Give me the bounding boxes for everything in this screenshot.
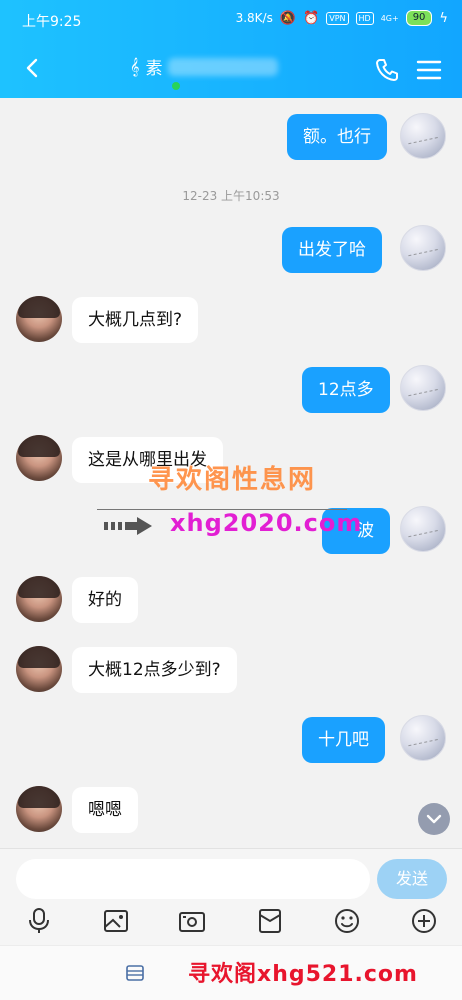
blurred-name [168,57,279,76]
message-bubble-received[interactable]: 嗯嗯 [72,787,138,833]
my-avatar[interactable] [400,715,446,761]
image-icon[interactable] [102,907,130,935]
status-indicators: 3.8K/s 🔕 ⏰ VPN HD 4G+ 90 ϟ [236,10,448,26]
contact-name-text: 素 [145,59,163,79]
message-bubble-sent[interactable]: 12点多 [302,367,390,413]
message-timestamp: 12-23 上午10:53 [182,189,280,203]
status-time: 上午9:25 [22,14,82,30]
input-toolbar [0,905,462,941]
menu-icon[interactable] [416,59,442,81]
status-bar: 上午9:25 3.8K/s 🔕 ⏰ VPN HD 4G+ 90 ϟ [0,0,462,40]
vpn-icon: VPN [326,11,349,25]
back-arrow-icon[interactable] [22,57,44,79]
watermark-url: xhg2020.com [170,509,363,537]
contact-avatar[interactable] [16,646,62,692]
nav-bar: 𝄞 素 [0,40,462,98]
message-bubble-sent[interactable]: 十几吧 [302,717,385,763]
message-bubble-sent[interactable]: 出发了哈 [282,227,382,273]
scroll-down-icon[interactable] [418,803,450,835]
mute-icon: 🔕 [279,10,297,26]
alarm-icon: ⏰ [303,10,320,26]
camera-icon[interactable] [178,907,206,935]
watermark-title: 寻欢阁性息网 [148,465,317,495]
contact-avatar[interactable] [16,435,62,481]
my-avatar[interactable] [400,113,446,159]
plus-icon[interactable] [410,907,438,935]
chat-header: 上午9:25 3.8K/s 🔕 ⏰ VPN HD 4G+ 90 ϟ 𝄞 素 [0,0,462,98]
contact-avatar[interactable] [16,576,62,622]
my-avatar[interactable] [400,506,446,552]
network-speed: 3.8K/s [235,11,273,25]
phone-icon[interactable] [374,57,400,83]
message-bubble-sent[interactable]: 额。也行 [287,114,387,160]
input-panel: 发送 寻欢阁xhg521.com [0,848,462,1000]
my-avatar[interactable] [400,225,446,271]
microphone-icon[interactable] [25,907,53,935]
watermark-bottom: 寻欢阁xhg521.com [188,962,418,987]
bottom-nav-strip: 寻欢阁xhg521.com [0,945,462,1000]
online-status-dot [172,82,180,90]
charging-icon: ϟ [439,10,448,26]
red-packet-icon[interactable] [256,907,284,935]
message-bubble-received[interactable]: 大概12点多少到? [72,647,237,693]
send-button[interactable]: 发送 [377,859,447,899]
contact-name[interactable]: 𝄞 素 [130,54,279,79]
battery-icon: 90 [405,10,433,26]
signal-icon: 4G+ [380,13,399,23]
hd-icon: HD [355,11,374,25]
list-icon[interactable] [126,965,144,981]
emoji-icon[interactable] [333,907,361,935]
message-bubble-received[interactable]: 好的 [72,577,138,623]
message-input[interactable] [16,859,370,899]
contact-avatar[interactable] [16,296,62,342]
my-avatar[interactable] [400,365,446,411]
contact-avatar[interactable] [16,786,62,832]
ear-icon: 𝄞 [130,56,140,76]
watermark-arrow-icon [104,517,152,535]
message-bubble-received[interactable]: 大概几点到? [72,297,199,343]
